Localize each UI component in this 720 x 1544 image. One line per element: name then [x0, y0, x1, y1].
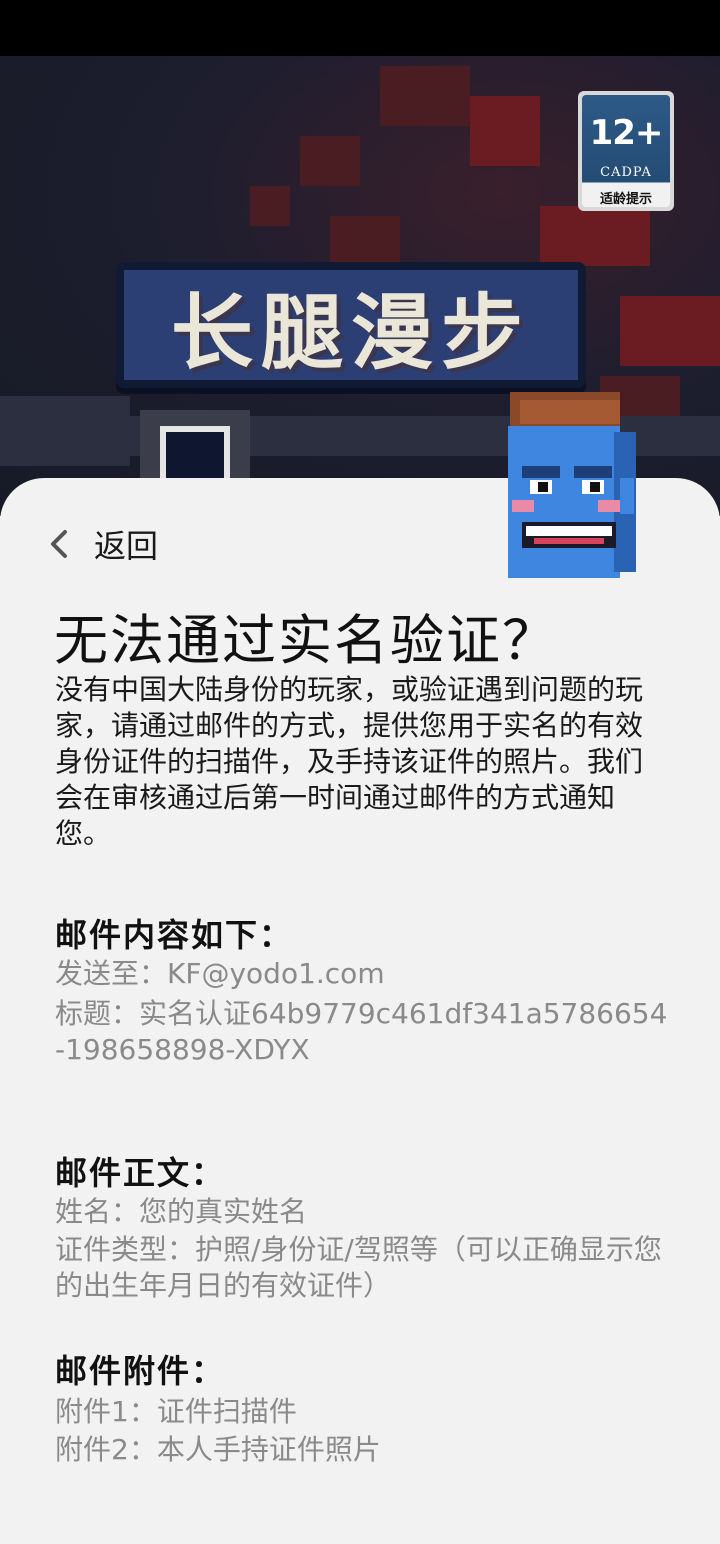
age-rating-org: CADPA — [600, 165, 652, 180]
mascot-character-icon — [508, 392, 636, 578]
back-button[interactable]: 返回 — [50, 522, 158, 566]
attachment-2: 附件2：本人手持证件照片 — [55, 1433, 381, 1466]
email-body-name: 姓名：您的真实姓名 — [55, 1195, 308, 1228]
game-logo-text: 长腿漫步 — [170, 285, 531, 381]
attachment-1: 附件1：证件扫描件 — [55, 1395, 297, 1428]
email-attachments-heading: 邮件附件： — [55, 1352, 226, 1390]
page-title: 无法通过实名验证？ — [54, 609, 558, 672]
email-body-id-type: 证件类型：护照/身份证/驾照等（可以正确显示您的出生年月日的有效证件） — [55, 1233, 662, 1302]
age-rating-tip: 适龄提示 — [599, 192, 652, 207]
chevron-left-icon — [51, 530, 67, 558]
email-body-heading: 邮件正文： — [55, 1154, 226, 1192]
intro-text: 没有中国大陆身份的玩家，或验证遇到问题的玩家，请通过邮件的方式，提供您用于实名的… — [55, 673, 644, 850]
age-rating-number: 12+ — [589, 113, 664, 153]
email-content-heading: 邮件内容如下： — [55, 916, 294, 954]
email-subject: 标题：实名认证64b9779c461df341a5786654-19865889… — [55, 997, 668, 1066]
game-logo: 长腿漫步 — [116, 262, 586, 388]
status-bar — [0, 0, 720, 56]
age-rating-badge: 12+ CADPA 适龄提示 — [578, 91, 674, 211]
email-send-to: 发送至：KF@yodo1.com — [55, 957, 385, 990]
back-label: 返回 — [94, 527, 159, 565]
